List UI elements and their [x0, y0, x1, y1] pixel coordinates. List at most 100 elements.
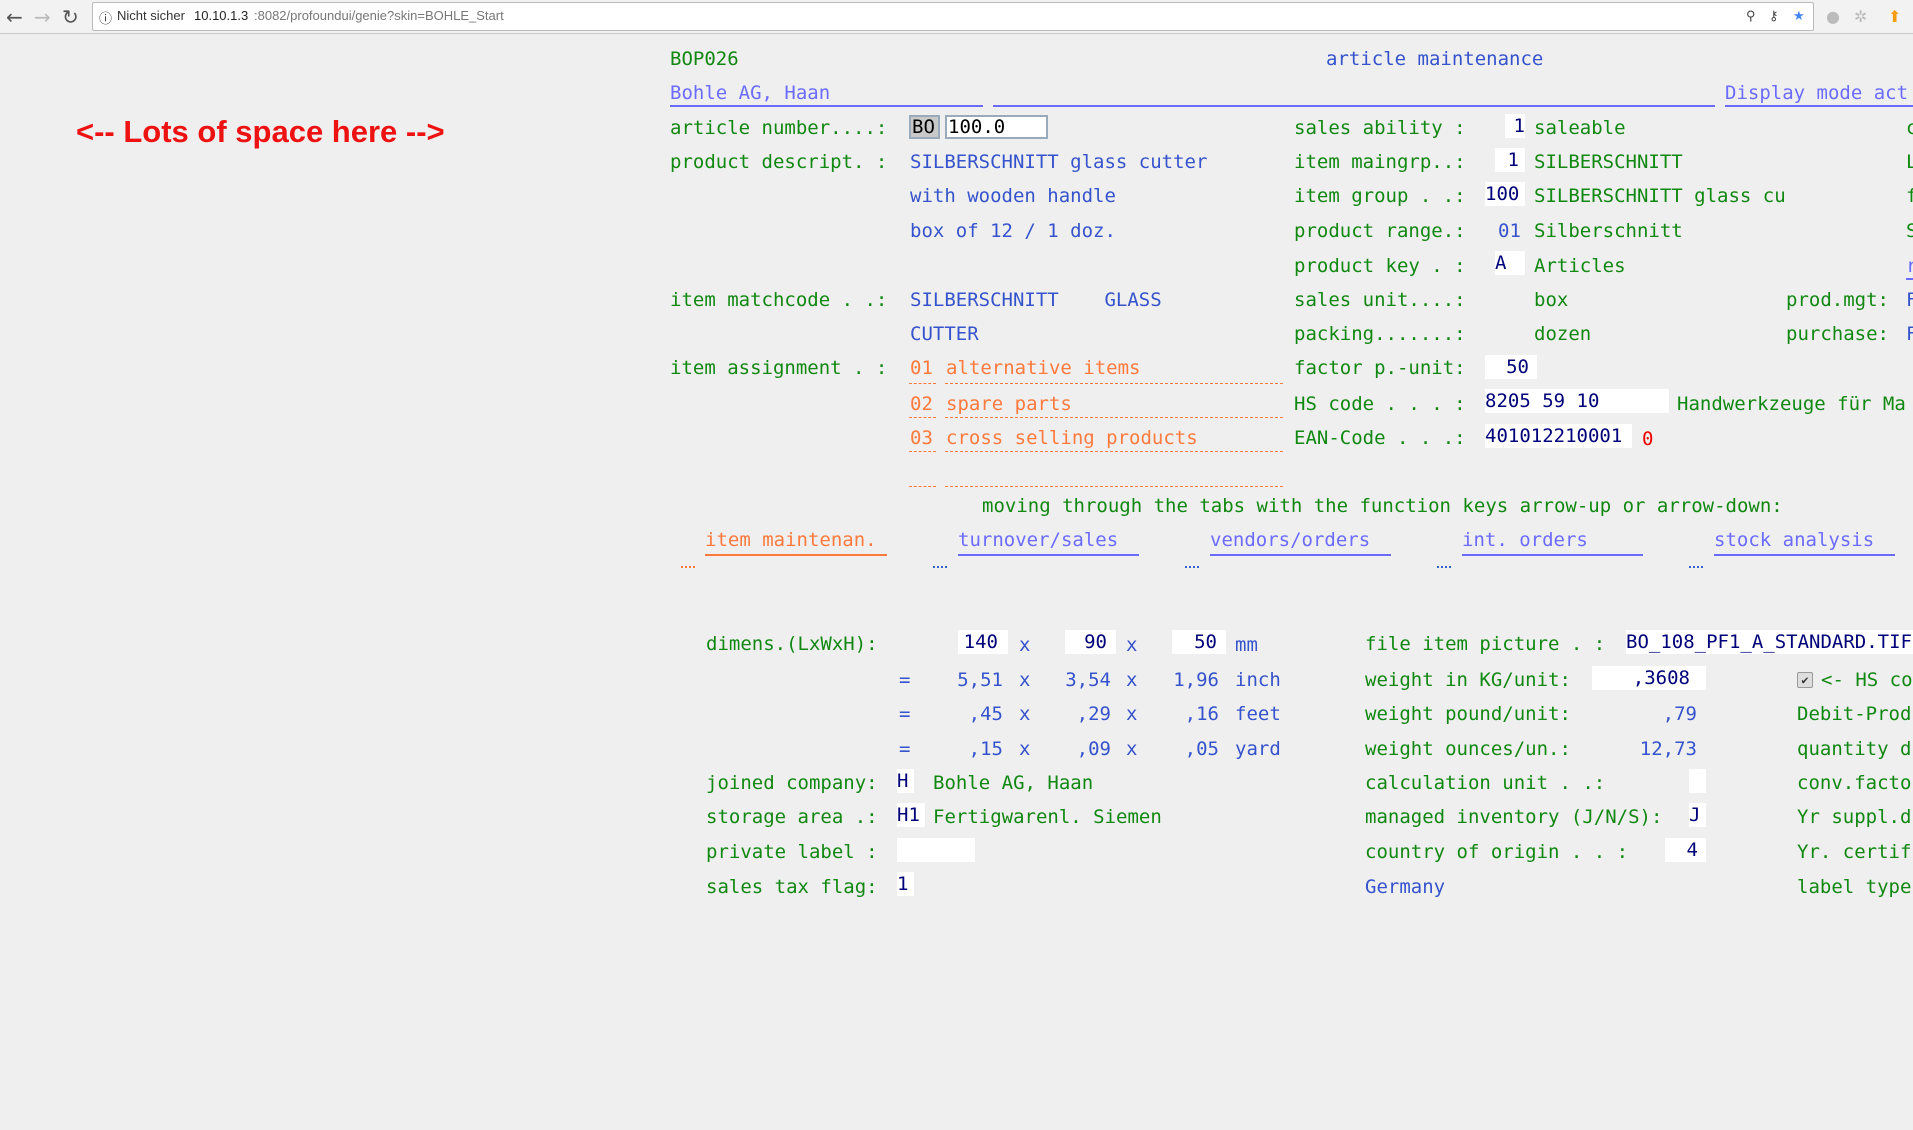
width-feet: ,29: [1076, 703, 1111, 725]
assignment-code[interactable]: 03: [910, 426, 933, 450]
assignment-code[interactable]: 01: [910, 356, 933, 380]
product-range-label: product range.:: [1294, 220, 1466, 242]
forward-icon[interactable]: →: [34, 5, 51, 29]
security-label: Nicht sicher: [117, 8, 185, 23]
factor-unit-field[interactable]: 50: [1485, 355, 1537, 379]
hs-code-desc: Handwerkzeuge für Ma: [1677, 393, 1906, 415]
joined-company-field[interactable]: H: [897, 769, 914, 793]
url-host: 10.10.1.3: [194, 8, 249, 23]
managed-inventory-label: managed inventory (J/N/S):: [1365, 806, 1663, 828]
tab-turnover-sales[interactable]: turnover/sales: [958, 528, 1139, 556]
item-maingroup-field[interactable]: 1: [1495, 148, 1525, 172]
divider: [993, 105, 1715, 107]
country-origin-field[interactable]: 4: [1665, 838, 1706, 862]
width-field[interactable]: 90: [1065, 630, 1116, 654]
zoom-icon[interactable]: ⚲: [1746, 8, 1756, 24]
managed-inventory-field[interactable]: J: [1689, 803, 1706, 827]
article-number-field[interactable]: 100.0: [945, 115, 1048, 139]
weight-pound-value: ,79: [1662, 703, 1697, 725]
key-icon[interactable]: ⚷: [1769, 8, 1779, 24]
private-label-field[interactable]: [897, 838, 975, 862]
times-sign: x: [1019, 703, 1031, 725]
times-sign: x: [1126, 669, 1138, 691]
tab-marker: [1185, 566, 1199, 568]
back-icon[interactable]: ←: [6, 5, 23, 29]
item-maingroup-label: item maingrp..:: [1294, 151, 1466, 173]
prod-mgt-label: prod.mgt:: [1786, 289, 1889, 311]
tab-marker: [933, 566, 947, 568]
right-field-label: Yr. certif: [1797, 841, 1912, 863]
equals-sign: =: [899, 738, 911, 760]
weight-pound-label: weight pound/unit:: [1365, 703, 1571, 725]
reload-icon[interactable]: ↻: [62, 5, 79, 29]
edge-text: f: [1906, 185, 1913, 207]
product-key-label: product key . :: [1294, 255, 1466, 277]
bookmark-star-icon[interactable]: ★: [1793, 8, 1805, 24]
equals-sign: =: [899, 703, 911, 725]
joined-company-desc: Bohle AG, Haan: [933, 772, 1094, 794]
ean-check-digit: 0: [1642, 428, 1654, 450]
assignment-link[interactable]: cross selling products: [946, 426, 1198, 450]
item-assignment-label: item assignment . :: [670, 357, 888, 379]
packing-value: dozen: [1534, 323, 1592, 345]
storage-area-field[interactable]: H1: [897, 803, 925, 827]
item-group-field[interactable]: 100: [1485, 182, 1525, 206]
annotation-note: <-- Lots of space here -->: [76, 114, 445, 149]
sales-tax-field[interactable]: 1: [897, 872, 914, 896]
divider: [1725, 105, 1913, 107]
right-field-label: label type: [1797, 876, 1912, 898]
unit-feet: feet: [1235, 703, 1281, 725]
country-origin-label: country of origin . . :: [1365, 841, 1629, 863]
assignment-link[interactable]: alternative items: [946, 356, 1140, 380]
right-field-label: conv.facto: [1797, 772, 1912, 794]
item-maingroup-desc: SILBERSCHNITT: [1534, 151, 1683, 173]
right-field-label: quantity d: [1797, 738, 1912, 760]
sales-ability-label: sales ability :: [1294, 117, 1466, 139]
info-icon[interactable]: ⓘ: [99, 8, 112, 27]
extension-icon[interactable]: ●: [1826, 7, 1840, 26]
matchcode-line: CUTTER: [910, 323, 979, 345]
height-inch: 1,96: [1173, 669, 1219, 691]
address-bar[interactable]: ⓘ Nicht sicher 10.10.1.3 :8082/profoundu…: [92, 2, 1814, 31]
factor-unit-label: factor p.-unit:: [1294, 357, 1466, 379]
assignment-link[interactable]: spare parts: [946, 392, 1072, 416]
weight-kg-field[interactable]: ,3608: [1592, 666, 1706, 690]
page-title: article maintenance: [1326, 48, 1544, 70]
dashed-divider: [945, 451, 1283, 452]
edge-text: L: [1906, 151, 1913, 173]
sales-unit-value: box: [1534, 289, 1569, 311]
divider: [670, 105, 983, 107]
height-feet: ,16: [1184, 703, 1219, 725]
equals-sign: =: [899, 669, 911, 691]
update-icon[interactable]: ⬆: [1888, 7, 1901, 26]
private-label-label: private label :: [706, 841, 878, 863]
tab-int-orders[interactable]: int. orders: [1462, 528, 1643, 556]
matchcode-line: SILBERSCHNITT GLASS: [910, 289, 1162, 311]
description-line: SILBERSCHNITT glass cutter: [910, 151, 1208, 173]
right-field-label: Debit-Prod: [1797, 703, 1912, 725]
length-field[interactable]: 140: [958, 630, 1008, 654]
article-prefix-field[interactable]: BO: [909, 115, 940, 139]
length-inch: 5,51: [957, 669, 1003, 691]
tab-vendors-orders[interactable]: vendors/orders: [1210, 528, 1391, 556]
edge-link[interactable]: r: [1906, 254, 1913, 280]
height-field[interactable]: 50: [1172, 630, 1226, 654]
edge-text: S: [1906, 220, 1913, 242]
sales-ability-field[interactable]: 1: [1505, 114, 1525, 138]
dashed-divider: [909, 451, 936, 452]
product-key-field[interactable]: A: [1495, 251, 1525, 275]
calculation-unit-field[interactable]: [1689, 769, 1706, 793]
url-path: :8082/profoundui/genie?skin=BOHLE_Start: [254, 8, 504, 23]
tab-item-maintenance[interactable]: item maintenan.: [705, 528, 887, 556]
hs-code-field[interactable]: 8205 59 10: [1485, 389, 1669, 413]
description-line: with wooden handle: [910, 185, 1116, 207]
times-sign: x: [1126, 738, 1138, 760]
hs-checkbox[interactable]: ✔: [1797, 672, 1813, 688]
weight-ounce-label: weight ounces/un.:: [1365, 738, 1571, 760]
display-mode: Display mode act: [1725, 82, 1909, 104]
picture-file-field[interactable]: BO_108_PF1_A_STANDARD.TIF: [1626, 630, 1913, 654]
ean-code-field[interactable]: 401012210001: [1485, 424, 1632, 448]
bug-icon[interactable]: ✲: [1854, 7, 1867, 26]
tab-stock-analysis[interactable]: stock analysis: [1714, 528, 1895, 556]
assignment-code[interactable]: 02: [910, 392, 933, 416]
